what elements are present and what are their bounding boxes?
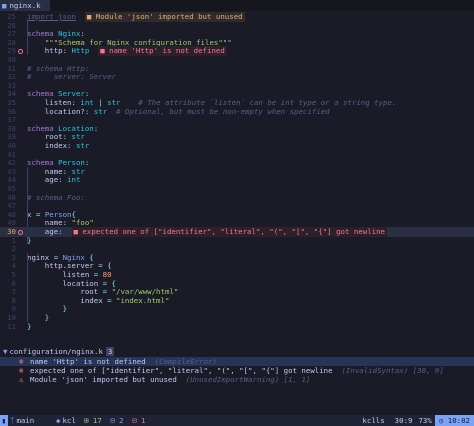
status-line: ▮ ᛉ main ◆ kcl ⊞ 17 ⊟ 2 ⊟ 1 kclls 30:9 73% ◷ … [0, 415, 474, 426]
indent-guide [27, 235, 28, 245]
cursor-position: 30:9 [394, 416, 413, 425]
warning-icon: ⚠ [19, 375, 24, 384]
quickfix-list[interactable]: ▼ configuration/nginx.k 3 ⊗ name 'Http' is … [0, 347, 474, 399]
quickfix-header[interactable]: ▼ configuration/nginx.k 3 [0, 347, 474, 357]
quickfix-item[interactable]: ⚠ Module 'json' imported but unused (Unus… [0, 375, 474, 384]
git-branch: ᛉ main [10, 415, 34, 426]
quickfix-message: name 'Http' is not defined [30, 357, 146, 366]
quickfix-message: Module 'json' imported but unused [30, 375, 177, 384]
changed-count: ⊟ 2 [110, 416, 124, 425]
quickfix-message: expected one of ["identifier", "literal"… [30, 366, 333, 375]
removed-count: ⊟ 1 [132, 416, 146, 425]
quickfix-source: (InvalidSyntax) [341, 366, 409, 375]
filetype: ◆ kcl [56, 415, 76, 426]
quickfix-location: [30, 9] [412, 366, 444, 375]
indent-guide [27, 201, 28, 227]
filetype-label: kcl [62, 416, 76, 425]
file-icon: ■ [2, 1, 7, 10]
scroll-percent: 73% [418, 416, 432, 425]
added-count: ⊞ 17 [84, 416, 102, 425]
mode-indicator: ▮ [0, 415, 8, 426]
lsp-name: kclls [362, 416, 385, 425]
indent-guide [27, 20, 28, 55]
code-line[interactable]: 11} [0, 322, 474, 332]
quickfix-location: [1, 1] [283, 375, 311, 384]
quickfix-item[interactable]: ⊗ expected one of ["identifier", "literal… [0, 366, 474, 375]
editor-pane[interactable]: 25 import json ■ Module 'json' imported b… [0, 12, 474, 342]
quickfix-item[interactable]: ⊗ name 'Http' is not defined (CompileErro… [0, 357, 474, 366]
quickfix-source: (UnusedImportWarning) [185, 375, 280, 384]
branch-name: main [16, 416, 35, 425]
git-diff-counts: ⊞ 17 ⊟ 2 ⊟ 1 [84, 415, 149, 426]
chevron-down-icon: ▼ [3, 347, 8, 356]
error-icon: ⊗ [19, 357, 24, 366]
token: } [27, 321, 32, 331]
quickfix-text: expected one of ["identifier", "literal"… [30, 366, 444, 375]
clock: ◷ 10:02 [434, 415, 474, 426]
git-branch-icon: ᛉ [10, 416, 15, 425]
language-icon: ◆ [56, 416, 61, 425]
quickfix-text: Module 'json' imported but unused (Unuse… [30, 375, 310, 384]
tab-label: nginx.k [9, 1, 41, 10]
code-text: } [27, 322, 31, 332]
quickfix-text: name 'Http' is not defined (CompileError… [30, 357, 221, 366]
quickfix-count-badge: 3 [105, 347, 115, 356]
tab-nginx-k[interactable]: ■ nginx.k [0, 0, 50, 11]
line-number: 11 [7, 321, 16, 331]
quickfix-source: (CompileError) [154, 357, 217, 366]
quickfix-file: configuration/nginx.k [9, 347, 103, 356]
indent-guide [27, 252, 28, 322]
error-icon: ⊗ [19, 366, 24, 375]
tabline: ■ nginx.k [0, 0, 474, 11]
status-right: kclls 30:9 73% ◷ 10:02 [362, 415, 474, 426]
